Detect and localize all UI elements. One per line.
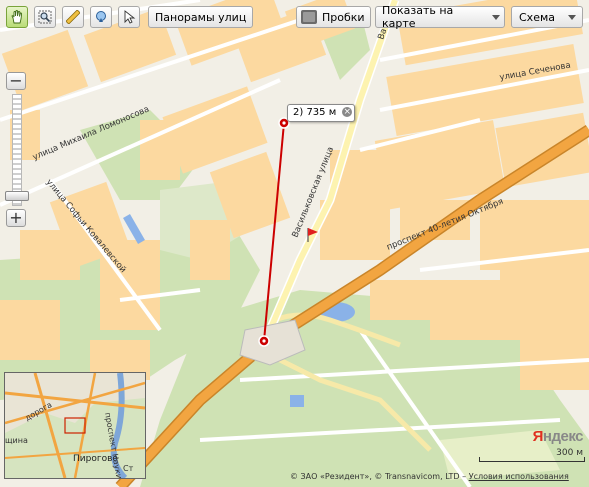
show-on-map-label: Показать на карте [382, 4, 454, 30]
route-icon [96, 11, 106, 22]
chevron-down-icon [492, 14, 500, 20]
pool [290, 395, 304, 407]
zoom-track[interactable] [12, 94, 22, 206]
city-block [370, 280, 430, 320]
yandex-logo-rest: ндекс [542, 428, 584, 445]
minimap[interactable]: Пирогово дорога щина проспект Науки Ст [4, 372, 146, 479]
traffic-button[interactable]: Пробки [296, 6, 371, 28]
yandex-logo[interactable]: Яндекс [532, 428, 584, 445]
panoramas-label: Панорамы улиц [155, 10, 247, 24]
minimap-label-shchina: щина [5, 436, 28, 445]
zoom-in-button[interactable]: + [6, 209, 26, 227]
scale-line [479, 457, 585, 462]
map-type-dropdown[interactable]: Схема [511, 6, 583, 28]
copyright: © ЗАО «Резидент», © Transnavicom, LTD – … [290, 472, 569, 481]
chevron-down-icon [568, 14, 576, 20]
zoom-control: − + [5, 72, 29, 227]
ruler-distance-text: 2) 735 м [293, 107, 337, 118]
terms-link[interactable]: Условия использования [469, 472, 569, 481]
cursor-tool-button[interactable] [118, 6, 140, 28]
traffic-icon [301, 10, 317, 24]
route-tool-button[interactable] [90, 6, 112, 28]
minimap-label-st: Ст [123, 464, 134, 473]
city-block [0, 300, 60, 360]
scale-bar: 300 м [479, 448, 585, 462]
city-block [190, 220, 230, 280]
show-on-map-dropdown[interactable]: Показать на карте [375, 4, 505, 30]
close-icon[interactable]: × [342, 107, 353, 117]
cursor-icon [124, 10, 136, 24]
map-type-label: Схема [519, 10, 555, 24]
city-block [20, 230, 80, 280]
magnifier-icon [38, 10, 52, 24]
zoom-out-button[interactable]: − [6, 72, 26, 90]
traffic-label: Пробки [322, 10, 365, 24]
yandex-logo-y: Я [532, 428, 544, 445]
ruler-tool-button[interactable] [62, 6, 84, 28]
zoom-slider-thumb[interactable] [5, 190, 29, 201]
hand-tool-button[interactable] [6, 6, 28, 28]
panoramas-button[interactable]: Панорамы улиц [148, 6, 254, 28]
copyright-text: © ЗАО «Резидент», © Transnavicom, LTD – [290, 472, 467, 481]
ruler-icon [66, 10, 80, 24]
magnifier-tool-button[interactable] [34, 6, 56, 28]
ruler-point-end[interactable] [258, 335, 270, 347]
hand-icon [11, 10, 23, 24]
ruler-distance-label: 2) 735 м × [287, 104, 356, 122]
